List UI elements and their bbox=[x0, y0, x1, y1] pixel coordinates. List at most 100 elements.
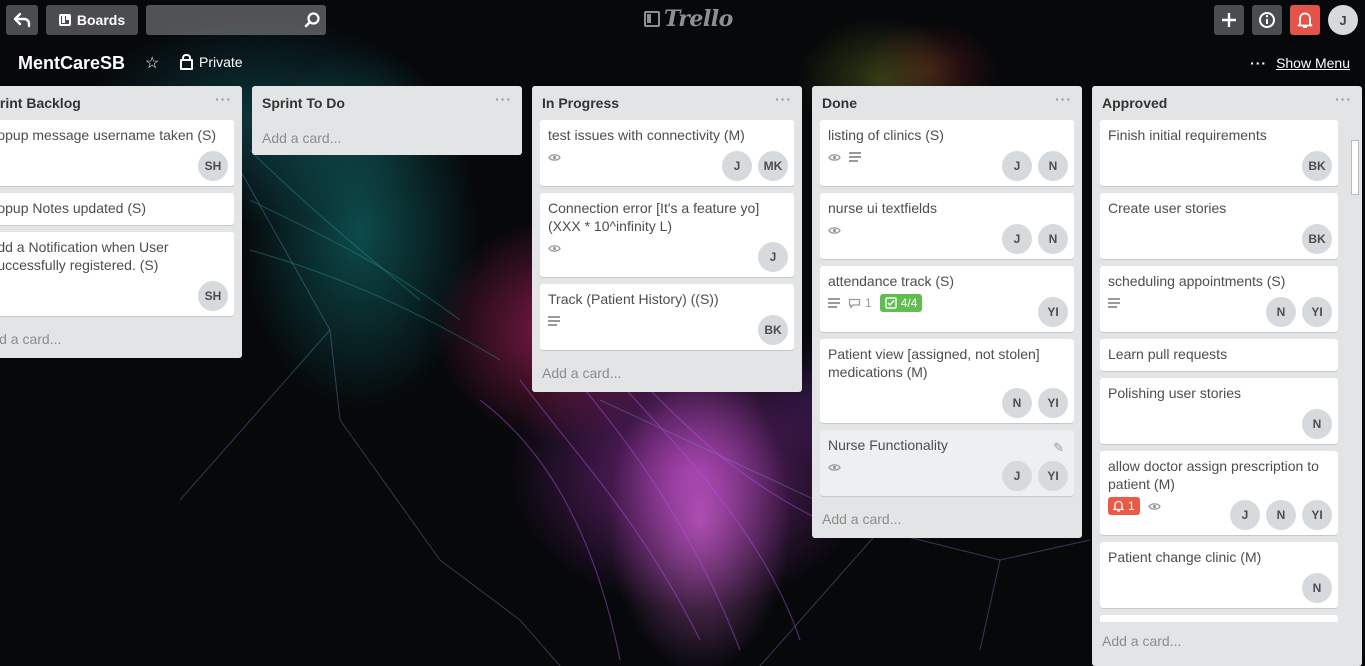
checklist-badge: 4/4 bbox=[879, 294, 923, 312]
card-title: Add a Notification when User Successfull… bbox=[0, 239, 169, 273]
list-menu-icon[interactable]: ··· bbox=[1055, 91, 1072, 107]
card[interactable]: attendance track (S) 1 4/4 YI bbox=[820, 266, 1074, 332]
card-title: Popup Notes updated (S) bbox=[0, 200, 146, 216]
member-avatar[interactable]: J bbox=[758, 242, 788, 272]
list-approved: Approved ··· Finish initial requirements… bbox=[1092, 86, 1362, 666]
member-avatar[interactable]: J bbox=[1002, 151, 1032, 181]
description-icon bbox=[849, 152, 861, 162]
privacy-label: Private bbox=[199, 54, 243, 70]
star-icon[interactable]: ☆ bbox=[145, 53, 159, 73]
list-menu-icon[interactable]: ··· bbox=[495, 91, 512, 107]
add-card-link[interactable]: Add a card... bbox=[0, 323, 242, 357]
card[interactable]: Create user stories BK bbox=[1100, 193, 1338, 259]
card[interactable]: Learn pull requests bbox=[1100, 339, 1338, 371]
add-button[interactable] bbox=[1214, 5, 1244, 35]
privacy-button[interactable]: Private bbox=[180, 53, 243, 70]
search-box[interactable] bbox=[146, 5, 326, 35]
list-title[interactable]: In Progress ··· bbox=[532, 86, 802, 120]
member-avatar[interactable]: MK bbox=[758, 151, 788, 181]
show-menu-button[interactable]: ··· Show Menu bbox=[1250, 55, 1350, 71]
info-button[interactable] bbox=[1252, 5, 1282, 35]
add-card-link[interactable]: Add a card... bbox=[532, 357, 802, 391]
card-title: allow doctor assign prescription to pati… bbox=[1108, 458, 1319, 492]
card[interactable]: Track (Patient History) ((S)) BK bbox=[540, 284, 794, 350]
member-avatar[interactable]: J bbox=[1002, 461, 1032, 491]
add-card-link[interactable]: Add a card... bbox=[812, 503, 1082, 537]
card-title: Popup message username taken (S) bbox=[0, 127, 217, 143]
scrollbar-thumb[interactable] bbox=[1351, 140, 1359, 195]
card[interactable]: Nurse Functionality ✎ J YI bbox=[820, 430, 1074, 496]
list-menu-icon[interactable]: ··· bbox=[775, 91, 792, 107]
menu-dots-icon: ··· bbox=[1250, 55, 1268, 71]
member-avatar[interactable]: BK bbox=[758, 315, 788, 345]
member-avatar[interactable]: N bbox=[1002, 388, 1032, 418]
list-sprint-to-do: Sprint To Do ··· Add a card... bbox=[252, 86, 522, 155]
description-icon bbox=[828, 298, 840, 308]
search-icon[interactable] bbox=[304, 12, 320, 28]
list-scrollbar[interactable] bbox=[1350, 136, 1360, 616]
member-avatar[interactable]: YI bbox=[1038, 388, 1068, 418]
alert-count: 1 bbox=[1128, 499, 1135, 513]
back-arrow-icon bbox=[13, 12, 31, 28]
comment-icon bbox=[848, 298, 861, 308]
search-input[interactable] bbox=[146, 5, 312, 35]
member-avatar[interactable]: YI bbox=[1302, 500, 1332, 530]
card[interactable]: test issues with connectivity (M) J MK bbox=[540, 120, 794, 186]
checklist-icon bbox=[884, 297, 897, 309]
list-sprint-backlog: Sprint Backlog ··· Popup message usernam… bbox=[0, 86, 242, 358]
card[interactable]: Finish initial requirements BK bbox=[1100, 120, 1338, 186]
boards-button[interactable]: Boards bbox=[46, 5, 138, 35]
card[interactable]: listing of clinics (S) J N bbox=[820, 120, 1074, 186]
member-avatar[interactable]: N bbox=[1302, 573, 1332, 603]
member-avatar[interactable]: N bbox=[1266, 500, 1296, 530]
member-avatar[interactable]: SH bbox=[198, 281, 228, 311]
board-title[interactable]: MentCareSB bbox=[18, 53, 125, 74]
card-title: Patient view [assigned, not stolen] medi… bbox=[828, 346, 1040, 380]
list-menu-icon[interactable]: ··· bbox=[215, 91, 232, 107]
eye-icon bbox=[1147, 502, 1161, 510]
list-menu-icon[interactable]: ··· bbox=[1335, 91, 1352, 107]
card[interactable]: Polishing user stories N bbox=[1100, 378, 1338, 444]
eye-icon bbox=[828, 153, 841, 161]
card[interactable]: Connection error [It's a feature yo] (XX… bbox=[540, 193, 794, 277]
member-avatar[interactable]: YI bbox=[1038, 297, 1068, 327]
list-title[interactable]: Approved ··· bbox=[1092, 86, 1362, 120]
member-avatar[interactable]: BK bbox=[1302, 151, 1332, 181]
member-avatar[interactable]: J bbox=[1230, 500, 1260, 530]
card[interactable]: nurse ui textfields J N bbox=[820, 193, 1074, 259]
back-button[interactable] bbox=[6, 5, 38, 35]
member-avatar[interactable]: N bbox=[1302, 409, 1332, 439]
comment-count: 1 bbox=[865, 296, 872, 310]
notifications-button[interactable] bbox=[1290, 5, 1320, 35]
member-avatar[interactable]: YI bbox=[1038, 461, 1068, 491]
user-avatar[interactable]: J bbox=[1328, 5, 1358, 35]
member-avatar[interactable]: J bbox=[722, 151, 752, 181]
card-title: Connection error [It's a feature yo] (XX… bbox=[548, 200, 760, 234]
card-title: Polishing user stories bbox=[1108, 385, 1242, 401]
edit-pencil-icon[interactable]: ✎ bbox=[1053, 439, 1064, 457]
eye-icon bbox=[548, 153, 561, 161]
card[interactable]: Patient view [assigned, not stolen] medi… bbox=[820, 339, 1074, 423]
list-in-progress: In Progress ··· test issues with connect… bbox=[532, 86, 802, 392]
card[interactable]: Add a Notification when User Successfull… bbox=[0, 232, 234, 316]
card[interactable] bbox=[1100, 615, 1338, 622]
member-avatar[interactable]: N bbox=[1038, 224, 1068, 254]
member-avatar[interactable]: N bbox=[1038, 151, 1068, 181]
member-avatar[interactable]: YI bbox=[1302, 297, 1332, 327]
card[interactable]: Patient change clinic (M) N bbox=[1100, 542, 1338, 608]
member-avatar[interactable]: BK bbox=[1302, 224, 1332, 254]
member-avatar[interactable]: N bbox=[1266, 297, 1296, 327]
description-icon bbox=[1108, 298, 1120, 308]
trello-logo[interactable]: Trello bbox=[644, 6, 733, 32]
list-title[interactable]: Done ··· bbox=[812, 86, 1082, 120]
card[interactable]: Popup Notes updated (S) bbox=[0, 193, 234, 225]
list-title[interactable]: Sprint Backlog ··· bbox=[0, 86, 242, 120]
card[interactable]: allow doctor assign prescription to pati… bbox=[1100, 451, 1338, 535]
card[interactable]: Popup message username taken (S) SH bbox=[0, 120, 234, 186]
member-avatar[interactable]: SH bbox=[198, 151, 228, 181]
add-card-link[interactable]: Add a card... bbox=[252, 120, 522, 156]
list-title[interactable]: Sprint To Do ··· bbox=[252, 86, 522, 120]
card[interactable]: scheduling appointments (S) N YI bbox=[1100, 266, 1338, 332]
add-card-link[interactable]: Add a card... bbox=[1092, 622, 1362, 659]
member-avatar[interactable]: J bbox=[1002, 224, 1032, 254]
